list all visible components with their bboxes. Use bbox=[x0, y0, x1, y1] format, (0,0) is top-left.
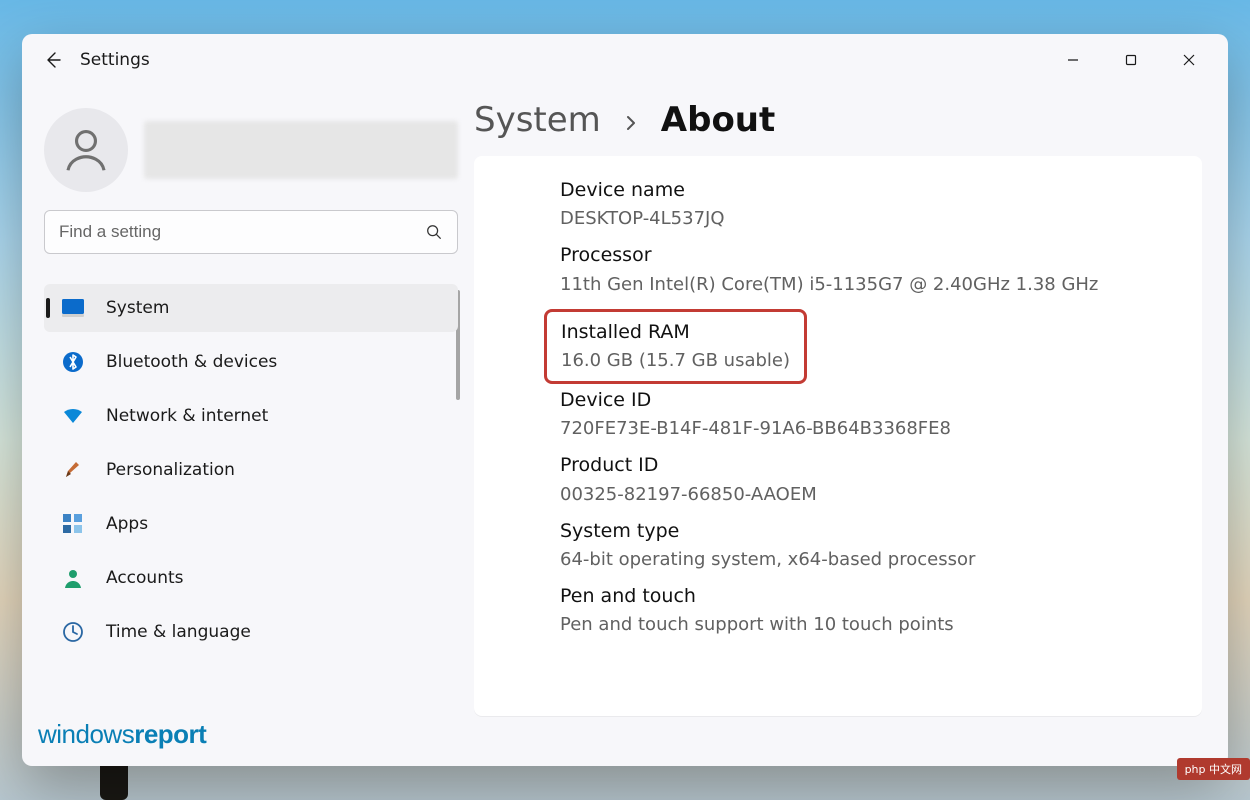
sidebar-item-apps[interactable]: Apps bbox=[44, 500, 458, 548]
titlebar: Settings bbox=[22, 34, 1228, 86]
spec-pen-touch: Pen and touch Pen and touch support with… bbox=[560, 582, 1198, 639]
nav-label: Accounts bbox=[106, 568, 184, 588]
spec-label: Device name bbox=[560, 176, 1198, 205]
spec-value: 720FE73E-B14F-481F-91A6-BB64B3368FE8 bbox=[560, 415, 1198, 443]
search-box[interactable] bbox=[44, 210, 458, 254]
chevron-right-icon bbox=[623, 103, 639, 137]
sidebar: System Bluetooth & devices Network & int… bbox=[22, 86, 472, 766]
nav-label: Apps bbox=[106, 514, 148, 534]
nav-label: Time & language bbox=[106, 622, 251, 642]
corner-badge: php 中文网 bbox=[1177, 758, 1250, 780]
sidebar-item-system[interactable]: System bbox=[44, 284, 458, 332]
spec-label: Device ID bbox=[560, 386, 1198, 415]
nav: System Bluetooth & devices Network & int… bbox=[44, 284, 458, 656]
account-block[interactable] bbox=[44, 108, 458, 192]
minimize-button[interactable] bbox=[1044, 40, 1102, 80]
breadcrumb-current: About bbox=[661, 100, 775, 140]
back-button[interactable] bbox=[32, 39, 74, 81]
watermark-light: windows bbox=[38, 719, 134, 749]
sidebar-item-personalization[interactable]: Personalization bbox=[44, 446, 458, 494]
spec-product-id: Product ID 00325-82197-66850-AAOEM bbox=[560, 451, 1198, 508]
watermark: windowsreport bbox=[38, 719, 206, 750]
apps-icon bbox=[62, 513, 84, 535]
highlight-installed-ram: Installed RAM 16.0 GB (15.7 GB usable) bbox=[544, 309, 807, 384]
sidebar-item-time-language[interactable]: Time & language bbox=[44, 608, 458, 656]
clock-globe-icon bbox=[62, 621, 84, 643]
close-button[interactable] bbox=[1160, 40, 1218, 80]
system-icon bbox=[62, 297, 84, 319]
nav-label: Network & internet bbox=[106, 406, 268, 426]
maximize-icon bbox=[1125, 54, 1137, 66]
app-title: Settings bbox=[80, 50, 150, 70]
nav-label: Personalization bbox=[106, 460, 235, 480]
spec-device-name: Device name DESKTOP-4L537JQ bbox=[560, 176, 1198, 233]
account-name-redacted bbox=[144, 121, 458, 179]
settings-window: Settings bbox=[22, 34, 1228, 766]
spec-label: Pen and touch bbox=[560, 582, 1198, 611]
spec-value: 16.0 GB (15.7 GB usable) bbox=[561, 347, 790, 375]
sidebar-item-network[interactable]: Network & internet bbox=[44, 392, 458, 440]
spec-value: 00325-82197-66850-AAOEM bbox=[560, 481, 1198, 509]
spec-system-type: System type 64-bit operating system, x64… bbox=[560, 517, 1198, 574]
spec-value: DESKTOP-4L537JQ bbox=[560, 205, 1198, 233]
spec-label: Installed RAM bbox=[561, 318, 790, 347]
breadcrumb: System About bbox=[474, 100, 1202, 140]
wifi-icon bbox=[62, 405, 84, 427]
spec-label: System type bbox=[560, 517, 1198, 546]
arrow-left-icon bbox=[43, 50, 63, 70]
spec-label: Processor bbox=[560, 241, 1198, 270]
sidebar-item-bluetooth[interactable]: Bluetooth & devices bbox=[44, 338, 458, 386]
spec-processor: Processor 11th Gen Intel(R) Core(TM) i5-… bbox=[560, 241, 1198, 298]
person-icon bbox=[62, 567, 84, 589]
avatar bbox=[44, 108, 128, 192]
spec-value: Pen and touch support with 10 touch poin… bbox=[560, 611, 1198, 639]
device-specifications-card: Device name DESKTOP-4L537JQ Processor 11… bbox=[474, 156, 1202, 716]
nav-label: Bluetooth & devices bbox=[106, 352, 277, 372]
breadcrumb-parent[interactable]: System bbox=[474, 100, 601, 140]
paintbrush-icon bbox=[62, 459, 84, 481]
close-icon bbox=[1183, 54, 1195, 66]
search-icon bbox=[425, 223, 443, 241]
bluetooth-icon bbox=[62, 351, 84, 373]
caption-buttons bbox=[1044, 40, 1218, 80]
minimize-icon bbox=[1067, 54, 1079, 66]
maximize-button[interactable] bbox=[1102, 40, 1160, 80]
spec-device-id: Device ID 720FE73E-B14F-481F-91A6-BB64B3… bbox=[560, 386, 1198, 443]
spec-label: Product ID bbox=[560, 451, 1198, 480]
user-icon bbox=[59, 123, 113, 177]
nav-label: System bbox=[106, 298, 169, 318]
spec-value: 11th Gen Intel(R) Core(TM) i5-1135G7 @ 2… bbox=[560, 271, 1198, 299]
search-input[interactable] bbox=[59, 222, 425, 242]
sidebar-item-accounts[interactable]: Accounts bbox=[44, 554, 458, 602]
main-content: System About Device name DESKTOP-4L537JQ… bbox=[472, 86, 1228, 766]
spec-value: 64-bit operating system, x64-based proce… bbox=[560, 546, 1198, 574]
watermark-bold: report bbox=[134, 719, 206, 749]
